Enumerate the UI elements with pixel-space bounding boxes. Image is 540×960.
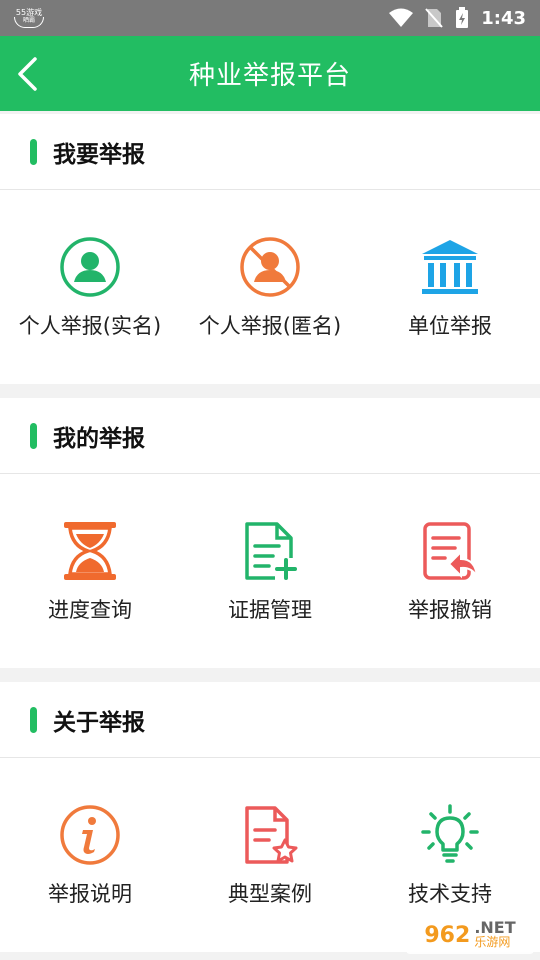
status-time: 1:43 <box>481 7 526 29</box>
report-revoke-button[interactable]: 举报撤销 <box>360 474 540 668</box>
section-report: 我要举报 个人举报(实名) 个人举报(匿名) 单位举报 <box>0 114 540 384</box>
section-title: 我要举报 <box>53 141 145 168</box>
report-instructions-button[interactable]: 举报说明 <box>0 758 180 952</box>
section-header: 我要举报 <box>0 114 540 190</box>
hourglass-icon <box>64 522 116 580</box>
item-label: 举报撤销 <box>408 598 492 622</box>
watermark-number: 962 <box>424 922 471 948</box>
organization-report-button[interactable]: 单位举报 <box>360 190 540 384</box>
lightbulb-icon <box>421 804 479 863</box>
document-revoke-icon <box>423 522 478 580</box>
item-label: 证据管理 <box>228 598 312 622</box>
app-bar: 种业举报平台 <box>0 36 540 111</box>
status-bar-app-logo: 55游戏 晒霸 <box>12 5 46 31</box>
section-accent-bar <box>30 422 37 449</box>
wifi-icon <box>389 8 414 27</box>
section-title: 我的举报 <box>53 425 145 452</box>
watermark-suffix: .NET <box>474 918 516 937</box>
person-verified-icon <box>60 237 120 297</box>
document-add-icon <box>245 522 297 580</box>
item-label: 单位举报 <box>408 314 492 338</box>
chevron-left-icon <box>18 57 37 91</box>
status-bar: 55游戏 晒霸 1:43 <box>0 0 540 36</box>
section-accent-bar <box>30 706 37 733</box>
section-about: 关于举报 举报说明 典型案例 技术支持 <box>0 682 540 952</box>
battery-charging-icon <box>456 7 469 28</box>
typical-cases-button[interactable]: 典型案例 <box>180 758 360 952</box>
item-label: 进度查询 <box>48 598 132 622</box>
no-sim-icon <box>425 8 443 28</box>
building-icon <box>422 240 478 294</box>
page-title: 种业举报平台 <box>188 61 351 91</box>
section-header: 关于举报 <box>0 682 540 758</box>
item-label: 典型案例 <box>228 882 312 906</box>
document-star-icon <box>245 806 298 864</box>
section-my-reports: 我的举报 进度查询 证据管理 举报撤销 <box>0 398 540 668</box>
watermark-site: 乐游网 <box>474 935 511 949</box>
back-button[interactable] <box>12 54 42 94</box>
person-anonymous-icon <box>240 237 300 297</box>
item-label: 个人举报(实名) <box>18 314 162 338</box>
item-label: 举报说明 <box>48 882 132 906</box>
progress-query-button[interactable]: 进度查询 <box>0 474 180 668</box>
personal-report-real-name-button[interactable]: 个人举报(实名) <box>0 190 180 384</box>
evidence-management-button[interactable]: 证据管理 <box>180 474 360 668</box>
section-title: 关于举报 <box>53 709 145 736</box>
section-accent-bar <box>30 138 37 165</box>
item-label: 技术支持 <box>408 882 492 906</box>
section-header: 我的举报 <box>0 398 540 474</box>
item-label: 个人举报(匿名) <box>198 314 342 338</box>
info-icon <box>60 805 120 865</box>
watermark: 962 .NET 乐游网 <box>406 916 534 954</box>
personal-report-anonymous-button[interactable]: 个人举报(匿名) <box>180 190 360 384</box>
